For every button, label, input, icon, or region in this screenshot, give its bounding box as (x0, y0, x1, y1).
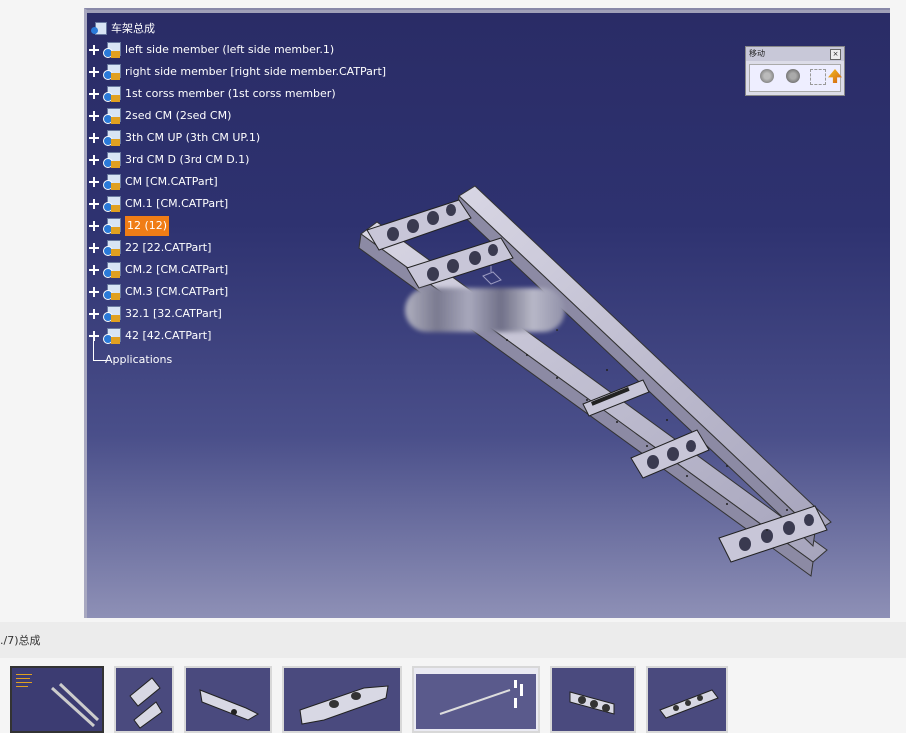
thumbnail-strip (0, 662, 906, 733)
tree-item-label: CM.3 [CM.CATPart] (125, 285, 229, 298)
tree-item-label: 42 [42.CATPart] (125, 329, 212, 342)
part-icon (101, 174, 123, 190)
tree-item-label: CM.1 [CM.CATPart] (125, 197, 229, 210)
move-toolbar-body (749, 64, 842, 92)
part-icon (101, 240, 123, 256)
close-icon[interactable]: × (830, 49, 841, 60)
part-icon (101, 306, 123, 322)
expand-plus-icon[interactable] (89, 287, 99, 297)
thumbnail-bracket[interactable] (114, 666, 174, 733)
tree-item-label: left side member (left side member.1) (125, 43, 335, 56)
move-toolbar-title-text: 移动 (749, 49, 765, 58)
expand-plus-icon[interactable] (89, 309, 99, 319)
catia-viewport[interactable]: 车架总成 left side member (left side member.… (84, 8, 890, 618)
left-gutter (0, 0, 84, 620)
cross-member-1 (366, 199, 472, 251)
snap-icon[interactable] (810, 69, 826, 85)
tree-item-label: CM.2 [CM.CATPart] (125, 263, 229, 276)
cross-member-2 (406, 237, 514, 289)
tree-item-label: 12 (12) (125, 216, 170, 236)
part-icon (101, 108, 123, 124)
part-icon (101, 218, 123, 234)
expand-plus-icon[interactable] (89, 243, 99, 253)
expand-plus-icon[interactable] (89, 199, 99, 209)
part-icon (101, 42, 123, 58)
manipulate-icon[interactable] (828, 69, 842, 83)
move-toolbar[interactable]: 移动 × (745, 46, 845, 96)
tree-item-label: 3rd CM D (3rd CM D.1) (125, 153, 250, 166)
image-caption-bar: ./7)总成 (0, 622, 906, 658)
thumbnail-cross-member[interactable] (184, 666, 272, 733)
tree-item-label: CM [CM.CATPart] (125, 175, 218, 188)
thumbnail-plate[interactable] (282, 666, 402, 733)
applications-node[interactable]: Applications (105, 350, 172, 370)
image-caption: ./7)总成 (0, 634, 41, 647)
move-toolbar-title[interactable]: 移动 × (746, 47, 844, 61)
tree-item-label: 1st corss member (1st corss member) (125, 87, 336, 100)
expand-plus-icon[interactable] (89, 67, 99, 77)
expand-plus-icon[interactable] (89, 265, 99, 275)
tree-root-label: 车架总成 (111, 22, 155, 35)
expand-plus-icon[interactable] (89, 111, 99, 121)
expand-plus-icon[interactable] (89, 45, 99, 55)
rotate-icon[interactable] (786, 69, 800, 83)
thumbnail-perforated-member[interactable] (550, 666, 636, 733)
prev-arrow-icon[interactable] (0, 268, 11, 293)
thumbnail-frame-assembly[interactable] (10, 666, 104, 733)
blurred-watermark (405, 288, 565, 332)
part-icon (101, 130, 123, 146)
tree-item-label: 32.1 [32.CATPart] (125, 307, 222, 320)
pan-icon[interactable] (760, 69, 774, 83)
expand-plus-icon[interactable] (89, 155, 99, 165)
tree-item-label: 22 [22.CATPart] (125, 241, 212, 254)
part-icon (101, 196, 123, 212)
compass-marker (482, 266, 502, 285)
part-icon (101, 86, 123, 102)
tree-item-label: 2sed CM (2sed CM) (125, 109, 232, 122)
expand-plus-icon[interactable] (89, 133, 99, 143)
tree-item-label: 3th CM UP (3th CM UP.1) (125, 131, 261, 144)
thumbnail-window-screenshot[interactable] (412, 666, 540, 733)
expand-plus-icon[interactable] (89, 89, 99, 99)
product-icon (91, 22, 107, 36)
part-icon (101, 64, 123, 80)
expand-plus-icon[interactable] (89, 177, 99, 187)
tree-item-label: right side member [right side member.CAT… (125, 65, 387, 78)
expand-plus-icon[interactable] (89, 221, 99, 231)
thumbnail-perforated-beam[interactable] (646, 666, 728, 733)
part-icon (101, 284, 123, 300)
part-icon (101, 262, 123, 278)
part-icon (101, 152, 123, 168)
